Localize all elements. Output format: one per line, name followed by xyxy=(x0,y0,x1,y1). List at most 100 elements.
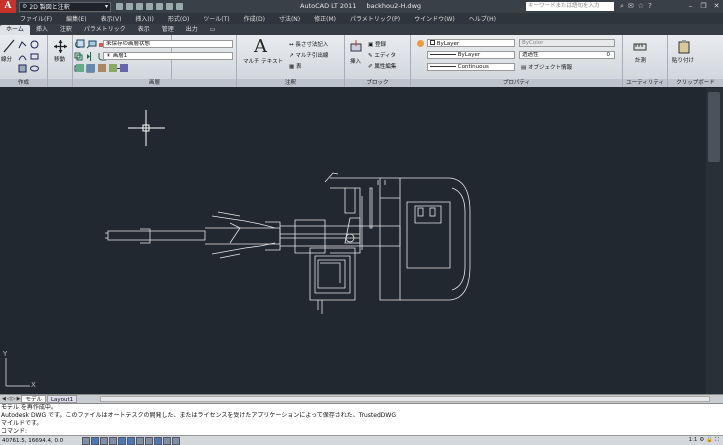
tab-layout1[interactable]: Layout1 xyxy=(46,395,78,403)
block-panel-title[interactable]: ブロック xyxy=(345,79,410,87)
menu-item[interactable]: 編集(E) xyxy=(66,14,86,23)
menu-item[interactable]: ツール(T) xyxy=(203,14,229,23)
infer-constraints-button[interactable] xyxy=(82,436,90,445)
osnap-button[interactable] xyxy=(127,436,135,445)
ribbon-tab[interactable]: 表示 xyxy=(132,25,156,35)
workspace-dropdown[interactable]: ⚙ 2D 製図と注釈 ▾ xyxy=(19,1,111,12)
linetype-dropdown[interactable]: Continuous xyxy=(427,63,515,71)
circle-icon[interactable] xyxy=(30,40,39,49)
ellipse-icon[interactable] xyxy=(30,64,39,73)
multitext-label[interactable]: マルチ テキスト xyxy=(243,57,283,65)
properties-panel-title[interactable]: プロパティ xyxy=(411,79,622,87)
search-input[interactable]: キーワードまたは語句を入力 xyxy=(526,2,614,11)
close-icon[interactable]: ✕ xyxy=(710,0,723,12)
plotstyle-dropdown[interactable]: ByColor xyxy=(519,39,615,47)
menu-item[interactable]: 作成(D) xyxy=(244,14,265,23)
menu-item[interactable]: 修正(M) xyxy=(314,14,336,23)
attribute-edit-button[interactable]: ✐ 属性編集 xyxy=(368,62,396,70)
menu-item[interactable]: ウインドウ(W) xyxy=(414,14,455,23)
layer-match-icon[interactable] xyxy=(120,64,128,72)
layer-freeze-icon[interactable] xyxy=(98,64,106,72)
drawing-canvas[interactable]: Y X xyxy=(0,88,705,394)
line-icon[interactable] xyxy=(3,39,15,53)
object-info-button[interactable]: ▤ オブジェクト情報 xyxy=(521,63,572,71)
paste-label[interactable]: 貼り付け xyxy=(672,56,694,64)
color-dropdown[interactable]: ByLayer xyxy=(427,39,515,47)
horizontal-scrollbar[interactable] xyxy=(100,396,710,402)
table-button[interactable]: ▦ 表 xyxy=(289,62,301,70)
draw-panel-title[interactable]: 作成 xyxy=(0,79,47,87)
prev-tab-icon[interactable]: ◁ xyxy=(7,396,11,402)
redo-icon[interactable] xyxy=(166,3,173,10)
polar-button[interactable] xyxy=(118,436,126,445)
workspace-switch-icon[interactable]: ⚙ xyxy=(699,437,704,444)
steering-wheel-icon[interactable] xyxy=(708,92,720,162)
paste-icon[interactable] xyxy=(678,40,690,54)
move-icon[interactable] xyxy=(54,40,67,53)
transparency-field[interactable]: 透過性 0 xyxy=(519,51,615,59)
layer-off-icon[interactable] xyxy=(87,64,95,72)
minimize-icon[interactable]: – xyxy=(684,0,697,12)
menu-item[interactable]: パラメトリック(P) xyxy=(350,14,400,23)
layer-dropdown[interactable]: ☀ 画層1 xyxy=(103,52,233,60)
coordinates-readout[interactable]: 40761.5, 16694.4, 0.0 xyxy=(0,438,82,444)
ribbon-tab[interactable]: ホーム xyxy=(0,25,30,35)
layer-state-dropdown[interactable]: 未保存の画層状態 xyxy=(103,40,233,48)
menu-item[interactable]: 表示(V) xyxy=(101,14,122,23)
layer-state-icon[interactable] xyxy=(88,39,97,48)
undo-icon[interactable] xyxy=(156,3,163,10)
help-icon[interactable]: ? xyxy=(648,2,652,11)
create-block-button[interactable]: ▣ 登録 xyxy=(368,40,386,48)
last-tab-icon[interactable]: ▶ xyxy=(17,396,21,402)
quick-props-button[interactable] xyxy=(172,436,180,445)
menu-item[interactable]: ファイル(F) xyxy=(20,14,52,23)
next-tab-icon[interactable]: ▷ xyxy=(12,396,16,402)
arc-icon[interactable] xyxy=(18,52,27,61)
ribbon-tab[interactable]: 出力 xyxy=(180,25,204,35)
match-properties-icon[interactable] xyxy=(416,39,425,48)
clipboard-panel-title[interactable]: クリップボード xyxy=(668,79,723,87)
layer-lock-icon[interactable] xyxy=(109,64,117,72)
block-editor-button[interactable]: ✎ エディタ xyxy=(368,51,396,59)
rectangle-icon[interactable] xyxy=(30,52,39,61)
menu-item[interactable]: 寸法(N) xyxy=(279,14,300,23)
binoculars-icon[interactable]: ⌕ xyxy=(620,2,624,11)
polyline-icon[interactable] xyxy=(18,40,27,49)
ribbon-tab[interactable]: 注釈 xyxy=(54,25,78,35)
save-icon[interactable] xyxy=(136,3,143,10)
linear-dim-button[interactable]: ↔ 長さ寸法記入 xyxy=(289,40,328,48)
text-a-icon[interactable]: A xyxy=(254,36,267,57)
layer-properties-icon[interactable] xyxy=(76,39,85,48)
ribbon-tab[interactable]: パラメトリック xyxy=(78,25,132,35)
dyn-button[interactable] xyxy=(145,436,153,445)
hatch-icon[interactable] xyxy=(18,64,27,73)
lineweight-dropdown[interactable]: ByLayer xyxy=(427,51,515,59)
ribbon-minimize-icon[interactable]: ▭ xyxy=(204,25,222,35)
backhoe-drawing[interactable] xyxy=(105,172,471,314)
restore-icon[interactable]: ❐ xyxy=(697,0,710,12)
ortho-button[interactable] xyxy=(109,436,117,445)
insert-block-icon[interactable] xyxy=(350,40,362,52)
measure-icon[interactable] xyxy=(633,41,647,53)
tab-model[interactable]: モデル xyxy=(21,395,46,403)
mleader-button[interactable]: ↗ マルチ引出線 xyxy=(289,51,328,59)
insert-label[interactable]: 挿入 xyxy=(350,57,361,65)
layers-panel-title[interactable]: 画層 xyxy=(73,79,236,87)
new-icon[interactable] xyxy=(116,3,123,10)
layer-isolate-icon[interactable] xyxy=(76,64,84,72)
lineweight-button[interactable] xyxy=(154,436,162,445)
utility-panel-title[interactable]: ユーティリティ xyxy=(623,79,667,87)
lock-icon[interactable]: 🔒 xyxy=(706,437,713,444)
menu-item[interactable]: 形式(O) xyxy=(168,14,189,23)
first-tab-icon[interactable]: ◀ xyxy=(2,396,6,402)
annotation-panel-title[interactable]: 注釈 xyxy=(237,79,344,87)
fullscreen-icon[interactable]: ⛶ xyxy=(715,437,719,444)
menu-item[interactable]: 挿入(I) xyxy=(135,14,153,23)
command-window[interactable]: モデル を再作成中。 Autodesk DWG です。このファイルはオートデスク… xyxy=(0,403,723,435)
application-menu-button[interactable]: A xyxy=(0,0,16,13)
open-icon[interactable] xyxy=(126,3,133,10)
saveas-icon[interactable] xyxy=(146,3,153,10)
star-icon[interactable]: ☆ xyxy=(638,2,644,11)
communication-icon[interactable]: ✉ xyxy=(628,2,634,11)
ribbon-tab[interactable]: 管理 xyxy=(156,25,180,35)
